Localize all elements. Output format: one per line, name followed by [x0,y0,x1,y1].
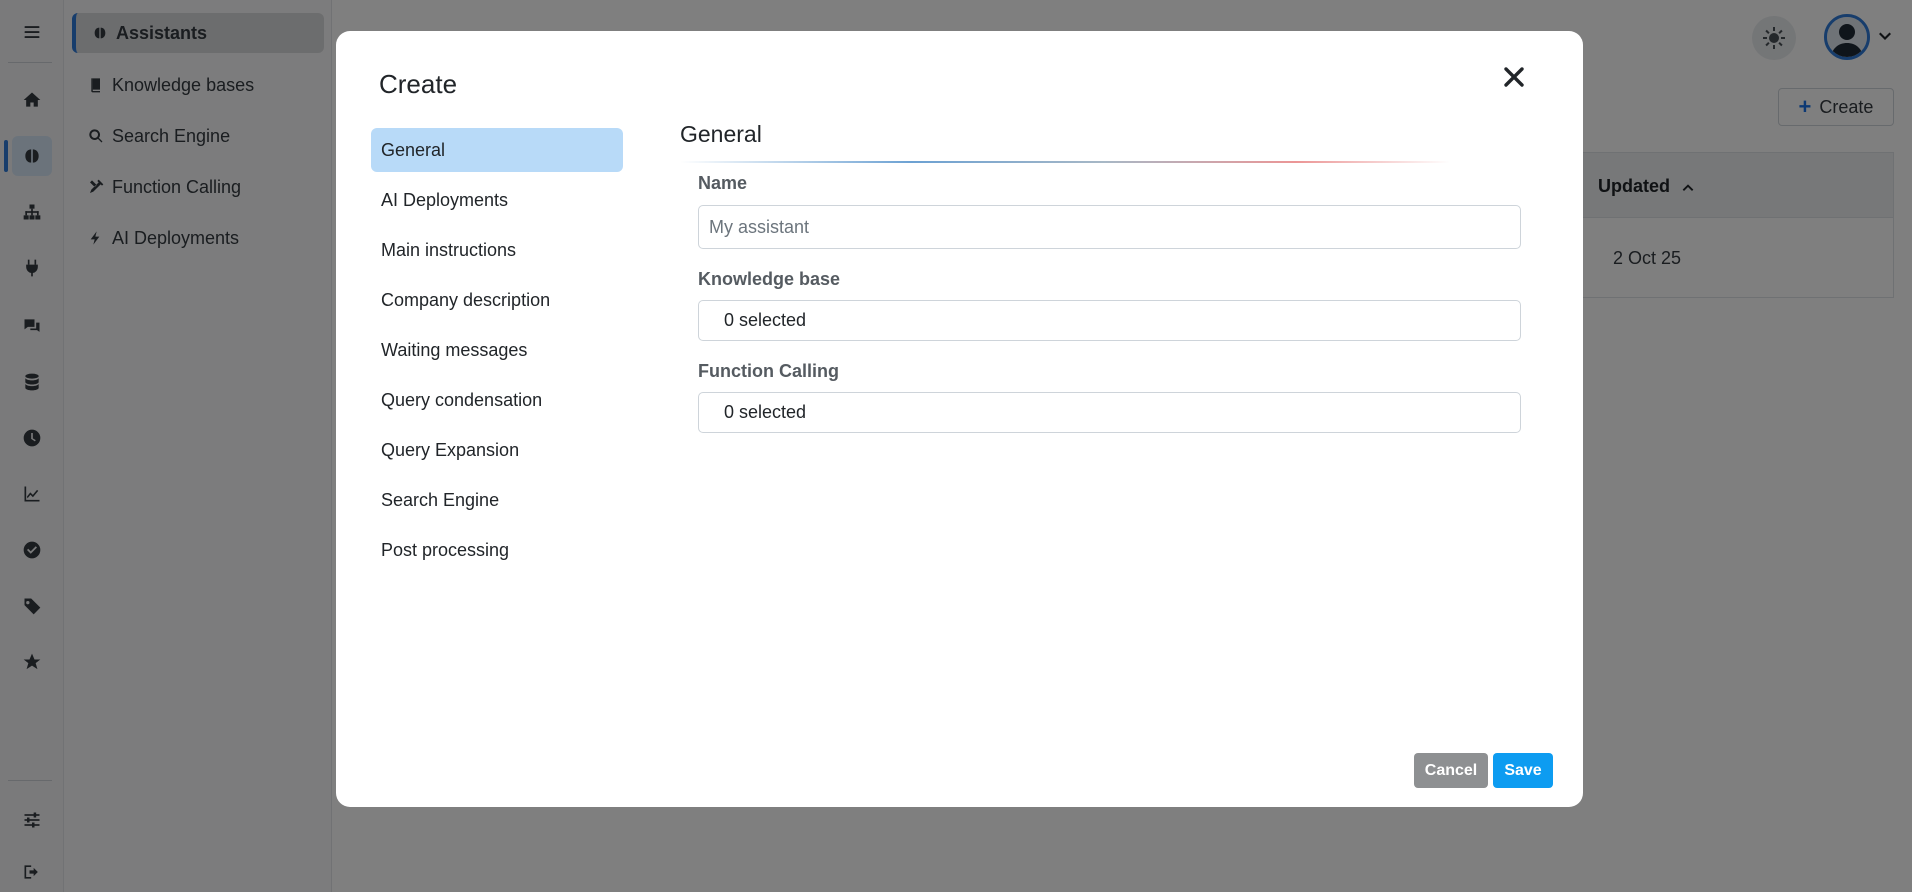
tab-general[interactable]: General [371,128,623,172]
tab-label: Waiting messages [381,339,528,360]
knowledge-base-select[interactable]: 0 selected [698,300,1521,341]
dialog-title: Create [379,69,458,99]
tab-company-description[interactable]: Company description [371,278,623,322]
cancel-button[interactable]: Cancel [1414,753,1488,788]
function-calling-label: Function Calling [698,361,839,381]
tab-label: General [381,139,446,160]
save-button[interactable]: Save [1493,753,1553,788]
function-calling-value: 0 selected [724,402,807,422]
close-button[interactable] [1496,59,1532,95]
tab-search-engine[interactable]: Search Engine [371,478,623,522]
tab-label: Main instructions [381,239,517,260]
function-calling-select[interactable]: 0 selected [698,392,1521,433]
knowledge-base-value: 0 selected [724,310,807,330]
tab-post-processing[interactable]: Post processing [371,528,623,572]
general-section: General [680,121,1520,163]
tab-query-expansion[interactable]: Query Expansion [371,428,623,472]
tab-label: AI Deployments [381,189,509,210]
dialog-tabs: General AI Deployments Main instructions… [371,128,623,578]
tab-waiting-messages[interactable]: Waiting messages [371,328,623,372]
name-input[interactable] [698,205,1521,249]
tab-label: Company description [381,289,551,310]
name-label: Name [698,173,748,193]
tab-query-condensation[interactable]: Query condensation [371,378,623,422]
section-title: General [680,121,762,147]
close-icon [1504,67,1524,87]
tab-main-instructions[interactable]: Main instructions [371,228,623,272]
tab-label: Post processing [381,539,510,560]
section-divider [680,161,1450,163]
tab-label: Query Expansion [381,439,520,460]
create-dialog: Create General AI Deployments Main instr… [336,31,1583,807]
tab-label: Search Engine [381,489,500,510]
tab-label: Query condensation [381,389,543,410]
tab-ai-deployments[interactable]: AI Deployments [371,178,623,222]
knowledge-base-label: Knowledge base [698,269,841,289]
